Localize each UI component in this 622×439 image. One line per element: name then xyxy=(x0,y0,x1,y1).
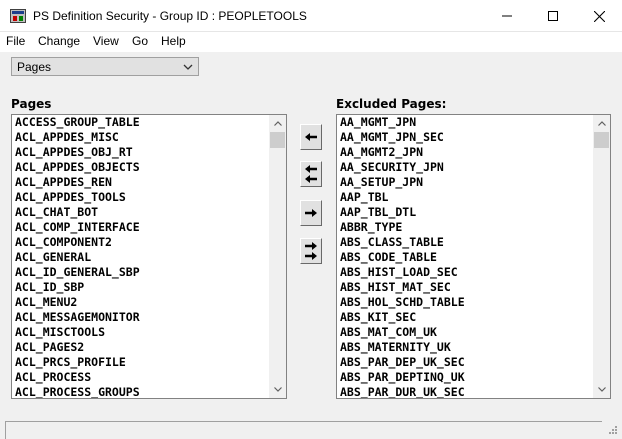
chevron-down-icon xyxy=(183,64,193,70)
pages-list-item[interactable]: ACL_APPDES_TOOLS xyxy=(15,190,269,205)
window-title: PS Definition Security - Group ID : PEOP… xyxy=(33,9,307,23)
pages-list-item[interactable]: ACL_MESSAGEMONITOR xyxy=(15,310,269,325)
chevron-up-icon xyxy=(597,121,606,126)
close-icon xyxy=(593,10,605,22)
scroll-up-button[interactable] xyxy=(269,115,286,132)
pages-list-item[interactable]: ACL_PRCS_PROFILE xyxy=(15,355,269,370)
pages-list-item[interactable]: ACL_ID_GENERAL_SBP xyxy=(15,265,269,280)
excluded-list-item[interactable]: ABS_CLASS_TABLE xyxy=(340,235,593,250)
minimize-icon xyxy=(502,15,512,17)
status-bar xyxy=(5,421,602,439)
scroll-down-button[interactable] xyxy=(269,381,286,398)
excluded-list-item[interactable]: AAP_TBL xyxy=(340,190,593,205)
excluded-list-items: AA_MGMT_JPN AA_MGMT_JPN_SEC AA_MGMT2_JPN AA… xyxy=(340,115,593,398)
excluded-list-item[interactable]: ABS_PAR_DUR_UK_SEC xyxy=(340,385,593,398)
menu-change[interactable]: Change xyxy=(38,34,80,48)
chevron-up-icon xyxy=(273,121,282,126)
excluded-list-item[interactable]: AA_SETUP_JPN xyxy=(340,175,593,190)
move-left-button[interactable] xyxy=(300,124,322,150)
chevron-down-icon xyxy=(273,387,282,392)
move-all-left-button[interactable] xyxy=(300,161,322,187)
scroll-down-button[interactable] xyxy=(593,381,610,398)
maximize-button[interactable] xyxy=(530,0,576,32)
excluded-pages-label: Excluded Pages: xyxy=(336,97,447,111)
pages-list-item[interactable]: ACCESS_GROUP_TABLE xyxy=(15,115,269,130)
excluded-list-item[interactable]: ABS_HIST_MAT_SEC xyxy=(340,280,593,295)
pages-list-item[interactable]: ACL_COMP_INTERFACE xyxy=(15,220,269,235)
excluded-list-item[interactable]: ABS_KIT_SEC xyxy=(340,310,593,325)
object-type-value: Pages xyxy=(17,60,52,74)
arrow-right-icon xyxy=(305,209,317,217)
move-all-right-button[interactable] xyxy=(300,238,322,264)
pages-list-item[interactable]: ACL_MISCTOOLS xyxy=(15,325,269,340)
arrow-left-icon xyxy=(305,133,317,141)
pages-list-item[interactable]: ACL_GENERAL xyxy=(15,250,269,265)
menu-bar: File Change View Go Help xyxy=(0,32,622,52)
excluded-scrollbar[interactable] xyxy=(593,115,610,398)
excluded-list-item[interactable]: AA_MGMT2_JPN xyxy=(340,145,593,160)
pages-listbox[interactable]: ACCESS_GROUP_TABLE ACL_APPDES_MISC ACL_APP… xyxy=(11,114,287,399)
pages-list-item[interactable]: ACL_CHAT_BOT xyxy=(15,205,269,220)
excluded-list-item[interactable]: ABS_HOL_SCHD_TABLE xyxy=(340,295,593,310)
pages-list-label: Pages xyxy=(11,97,52,111)
excluded-list-item[interactable]: AA_MGMT_JPN xyxy=(340,115,593,130)
move-right-button[interactable] xyxy=(300,200,322,226)
pages-scrollbar[interactable] xyxy=(269,115,286,398)
scroll-up-button[interactable] xyxy=(593,115,610,132)
pages-list-item[interactable]: ACL_APPDES_OBJECTS xyxy=(15,160,269,175)
title-bar: PS Definition Security - Group ID : PEOP… xyxy=(0,0,622,32)
menu-help[interactable]: Help xyxy=(161,34,186,48)
menu-go[interactable]: Go xyxy=(132,34,148,48)
excluded-list-item[interactable]: ABS_CODE_TABLE xyxy=(340,250,593,265)
pages-list-item[interactable]: ACL_APPDES_OBJ_RT xyxy=(15,145,269,160)
pages-list-item[interactable]: ACL_APPDES_MISC xyxy=(15,130,269,145)
double-arrow-left-icon xyxy=(305,165,317,183)
pages-list-item[interactable]: ACL_PAGES2 xyxy=(15,340,269,355)
chevron-down-icon xyxy=(597,387,606,392)
excluded-list-item[interactable]: ABS_PAR_DEPTINQ_UK xyxy=(340,370,593,385)
minimize-button[interactable] xyxy=(484,0,530,32)
scroll-thumb[interactable] xyxy=(270,132,285,148)
excluded-list-item[interactable]: ABS_MAT_COM_UK xyxy=(340,325,593,340)
menu-file[interactable]: File xyxy=(6,34,25,48)
maximize-icon xyxy=(548,11,558,21)
excluded-list-item[interactable]: ABS_PAR_DEP_UK_SEC xyxy=(340,355,593,370)
excluded-pages-listbox[interactable]: AA_MGMT_JPN AA_MGMT_JPN_SEC AA_MGMT2_JPN AA… xyxy=(336,114,611,399)
app-icon xyxy=(10,9,26,23)
resize-grip-icon[interactable] xyxy=(606,425,618,437)
excluded-list-item[interactable]: ABS_MATERNITY_UK xyxy=(340,340,593,355)
pages-list-item[interactable]: ACL_APPDES_REN xyxy=(15,175,269,190)
excluded-list-item[interactable]: AAP_TBL_DTL xyxy=(340,205,593,220)
pages-list-items: ACCESS_GROUP_TABLE ACL_APPDES_MISC ACL_APP… xyxy=(15,115,269,398)
pages-list-item[interactable]: ACL_COMPONENT2 xyxy=(15,235,269,250)
excluded-list-item[interactable]: AA_SECURITY_JPN xyxy=(340,160,593,175)
object-type-select[interactable]: Pages xyxy=(11,57,199,76)
pages-list-item[interactable]: ACL_PROCESS_GROUPS xyxy=(15,385,269,398)
close-button[interactable] xyxy=(576,0,622,32)
pages-list-item[interactable]: ACL_PROCESS xyxy=(15,370,269,385)
excluded-list-item[interactable]: ABBR_TYPE xyxy=(340,220,593,235)
pages-list-item[interactable]: ACL_ID_SBP xyxy=(15,280,269,295)
excluded-list-item[interactable]: ABS_HIST_LOAD_SEC xyxy=(340,265,593,280)
excluded-list-item[interactable]: AA_MGMT_JPN_SEC xyxy=(340,130,593,145)
double-arrow-right-icon xyxy=(305,242,317,260)
menu-view[interactable]: View xyxy=(93,34,119,48)
pages-list-item[interactable]: ACL_MENU2 xyxy=(15,295,269,310)
scroll-thumb[interactable] xyxy=(594,132,609,148)
